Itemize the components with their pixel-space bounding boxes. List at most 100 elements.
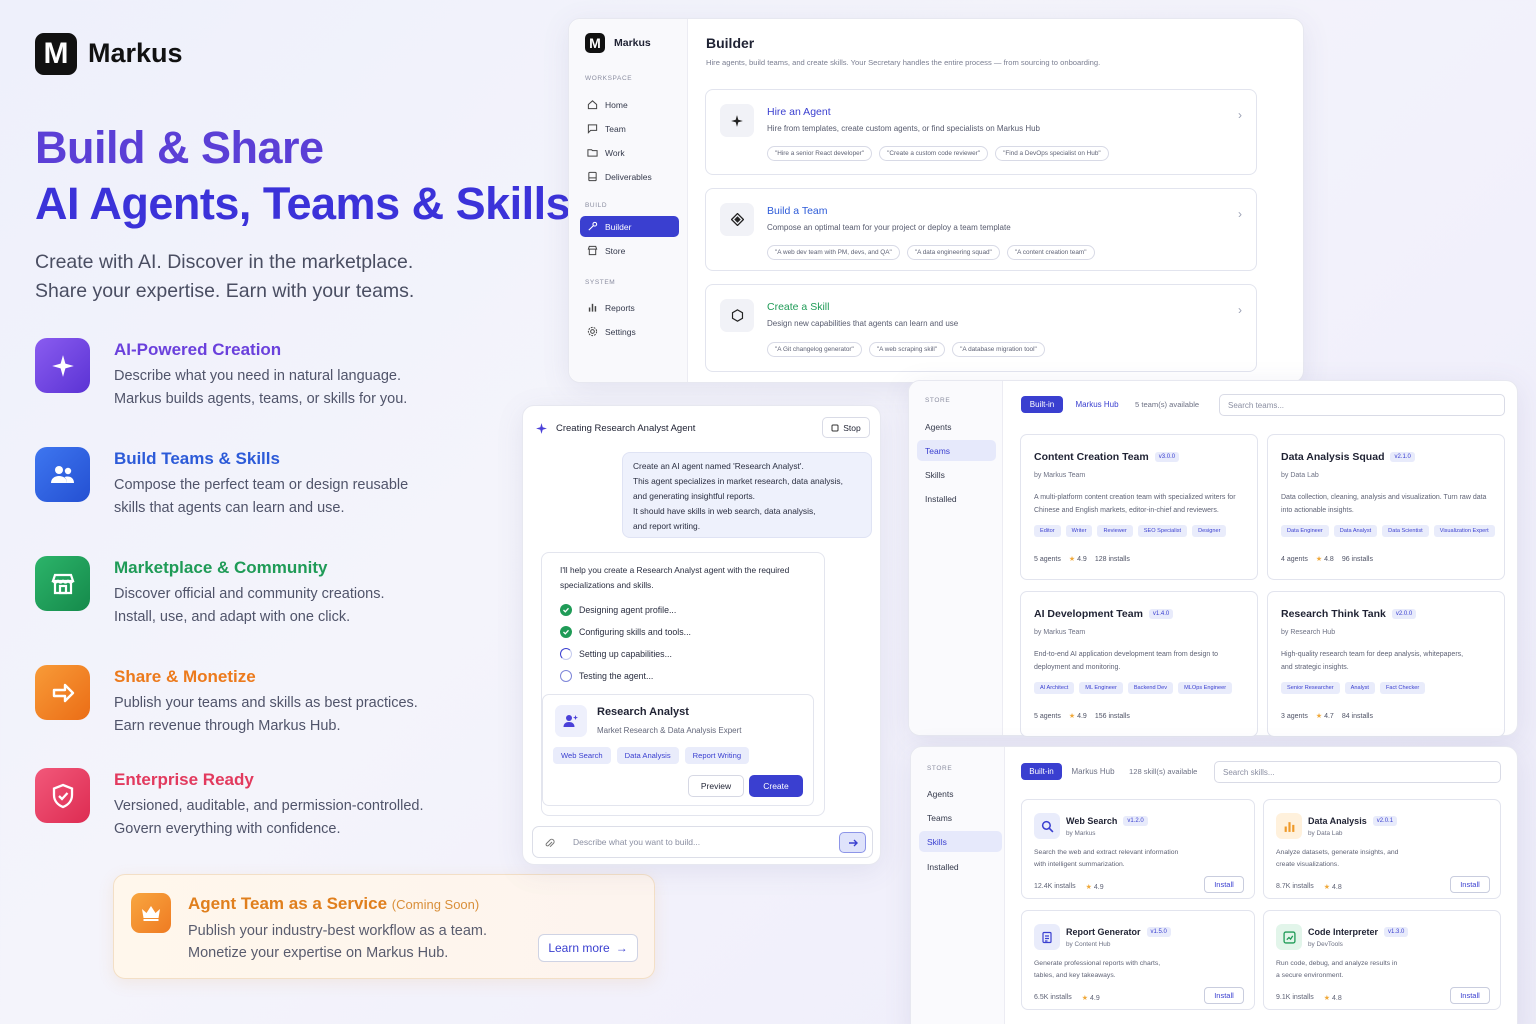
role-tag: ML Engineer bbox=[1079, 682, 1123, 694]
store-nav-teams[interactable]: Teams bbox=[919, 807, 998, 828]
feature-desc: Discover official and community creation… bbox=[114, 586, 385, 625]
skill-author: by DevTools bbox=[1308, 941, 1343, 948]
store-nav-installed[interactable]: Installed bbox=[917, 488, 996, 509]
sidebar-item-reports[interactable]: Reports bbox=[580, 297, 679, 318]
install-button[interactable]: Install bbox=[1204, 987, 1244, 1004]
skill-card[interactable]: Code Interpreter v1.3.0 by DevTools Run c… bbox=[1263, 910, 1501, 1010]
markus-logo-icon: M bbox=[585, 33, 605, 53]
sidebar-item-settings[interactable]: Settings bbox=[580, 321, 679, 342]
store-nav-agents[interactable]: Agents bbox=[917, 416, 996, 437]
skill-author: by Markus bbox=[1066, 830, 1096, 837]
step-done: Designing agent profile... bbox=[560, 604, 676, 616]
star-icon: ★ bbox=[1068, 556, 1076, 563]
stop-button[interactable]: Stop bbox=[822, 417, 870, 438]
skill-card[interactable]: Web Search v1.2.0 by Markus Search the we… bbox=[1021, 799, 1255, 899]
install-button[interactable]: Install bbox=[1450, 987, 1490, 1004]
learn-more-button[interactable]: Learn more → bbox=[538, 934, 638, 962]
skill-tag: Report Writing bbox=[684, 747, 750, 764]
hire-agent-card[interactable]: Hire an Agent Hire from templates, creat… bbox=[705, 89, 1257, 175]
sidebar-item-store[interactable]: Store bbox=[580, 240, 679, 261]
suggestion-chip[interactable]: "Find a DevOps specialist on Hub" bbox=[995, 146, 1109, 161]
store-nav-installed[interactable]: Installed bbox=[919, 856, 998, 877]
tab-built-in[interactable]: Built-in bbox=[1021, 396, 1063, 413]
role-tag: AI Architect bbox=[1034, 682, 1075, 694]
skill-author: by Content Hub bbox=[1066, 941, 1111, 948]
builder-window: M Markus WORKSPACE Home Team Work Delive… bbox=[568, 18, 1304, 383]
store-nav-skills[interactable]: Skills bbox=[917, 464, 996, 485]
suggestion-chip[interactable]: "A content creation team" bbox=[1006, 245, 1095, 260]
chat-input[interactable]: Describe what you want to build... bbox=[532, 826, 873, 858]
create-skill-card[interactable]: Create a Skill Design new capabilities t… bbox=[705, 284, 1257, 372]
store-sidebar: STORE Agents Teams Skills Installed bbox=[909, 381, 1003, 735]
feature-ai-powered-creation: AI-Powered Creation Describe what you ne… bbox=[35, 338, 515, 418]
store-section-label: STORE bbox=[927, 765, 953, 772]
suggestion-chip[interactable]: "A web dev team with PM, devs, and QA" bbox=[767, 245, 900, 260]
role-tag: Visualization Expert bbox=[1433, 525, 1495, 537]
team-card[interactable]: Content Creation Team v3.0.0 by Markus Te… bbox=[1020, 434, 1258, 580]
suggestion-chip[interactable]: "Hire a senior React developer" bbox=[767, 146, 873, 161]
feature-title: Share & Monetize bbox=[114, 667, 256, 686]
search-input[interactable]: Search skills... bbox=[1214, 761, 1501, 783]
skill-desc: Search the web and extract relevant info… bbox=[1034, 849, 1179, 868]
skill-card[interactable]: Report Generator v1.5.0 by Content Hub Ge… bbox=[1021, 910, 1255, 1010]
agent-creation-chat: Creating Research Analyst Agent Stop Cre… bbox=[522, 405, 881, 865]
available-count: 5 team(s) available bbox=[1135, 400, 1200, 409]
team-desc: Data collection, cleaning, analysis and … bbox=[1281, 494, 1487, 514]
install-button[interactable]: Install bbox=[1450, 876, 1490, 893]
suggestion-chip[interactable]: "A web scraping skill" bbox=[868, 342, 946, 357]
team-desc: End-to-end AI application development te… bbox=[1034, 651, 1219, 671]
sidebar-item-home[interactable]: Home bbox=[580, 94, 679, 115]
feature-title: AI-Powered Creation bbox=[114, 340, 282, 359]
share-icon bbox=[35, 665, 90, 720]
preview-button[interactable]: Preview bbox=[688, 775, 744, 797]
suggestion-chip[interactable]: "Create a custom code reviewer" bbox=[879, 146, 989, 161]
role-tag: Senior Researcher bbox=[1281, 682, 1340, 694]
sidebar-item-work[interactable]: Work bbox=[580, 142, 679, 163]
assistant-message: I'll help you create a Research Analyst … bbox=[541, 552, 825, 816]
version-badge: v1.3.0 bbox=[1384, 927, 1409, 937]
section-system: SYSTEM bbox=[585, 279, 616, 286]
team-card[interactable]: Research Think Tank v2.0.0 by Research Hu… bbox=[1267, 591, 1505, 737]
create-button[interactable]: Create bbox=[749, 775, 803, 797]
star-icon: ★ bbox=[1323, 884, 1331, 891]
store-nav-skills[interactable]: Skills bbox=[919, 831, 1002, 852]
assistant-intro: I'll help you create a Research Analyst … bbox=[560, 565, 790, 590]
suggestion-chip[interactable]: "A database migration tool" bbox=[952, 342, 1045, 357]
paperclip-icon[interactable] bbox=[544, 837, 555, 849]
tab-markus-hub[interactable]: Markus Hub bbox=[1069, 396, 1125, 413]
document-icon bbox=[1034, 924, 1060, 950]
promo-title: Agent Team as a Service (Coming Soon) bbox=[188, 894, 480, 913]
shield-icon bbox=[35, 768, 90, 823]
sidebar-item-team[interactable]: Team bbox=[580, 118, 679, 139]
sidebar-item-deliverables[interactable]: Deliverables bbox=[580, 166, 679, 187]
tab-built-in[interactable]: Built-in bbox=[1021, 763, 1062, 780]
team-card[interactable]: AI Development Team v1.4.0 by Markus Team… bbox=[1020, 591, 1258, 737]
store-icon bbox=[587, 245, 598, 256]
role-tag: Designer bbox=[1192, 525, 1227, 537]
chevron-right-icon: › bbox=[1238, 207, 1242, 221]
star-icon: ★ bbox=[1085, 884, 1092, 891]
suggestion-chip[interactable]: "A data engineering squad" bbox=[906, 245, 1000, 260]
card-title: Create a Skill bbox=[767, 301, 830, 313]
build-team-card[interactable]: Build a Team Compose an optimal team for… bbox=[705, 188, 1257, 271]
team-card[interactable]: Data Analysis Squad v2.1.0 by Data Lab Da… bbox=[1267, 434, 1505, 580]
tab-markus-hub[interactable]: Markus Hub bbox=[1067, 763, 1119, 780]
version-badge: v3.0.0 bbox=[1154, 452, 1180, 462]
pending-circle-icon bbox=[560, 670, 572, 682]
available-count: 128 skill(s) available bbox=[1129, 767, 1198, 776]
step-pending: Testing the agent... bbox=[560, 670, 653, 682]
send-button[interactable] bbox=[839, 832, 866, 853]
store-nav-teams[interactable]: Teams bbox=[917, 440, 996, 461]
search-input[interactable]: Search teams... bbox=[1219, 394, 1505, 416]
sidebar-item-builder[interactable]: Builder bbox=[580, 216, 679, 237]
hero-title-line1: Build & Share bbox=[35, 122, 324, 173]
skill-card[interactable]: Data Analysis v2.0.1 by Data Lab Analyze … bbox=[1263, 799, 1501, 899]
feature-title: Build Teams & Skills bbox=[114, 449, 280, 468]
card-title: Hire an Agent bbox=[767, 106, 831, 118]
suggestion-chip[interactable]: "A Git changelog generator" bbox=[767, 342, 862, 357]
code-icon bbox=[1276, 924, 1302, 950]
store-nav-agents[interactable]: Agents bbox=[919, 783, 998, 804]
folder-icon bbox=[587, 149, 598, 157]
install-button[interactable]: Install bbox=[1204, 876, 1244, 893]
promo-banner: Agent Team as a Service (Coming Soon) Pu… bbox=[113, 874, 655, 979]
